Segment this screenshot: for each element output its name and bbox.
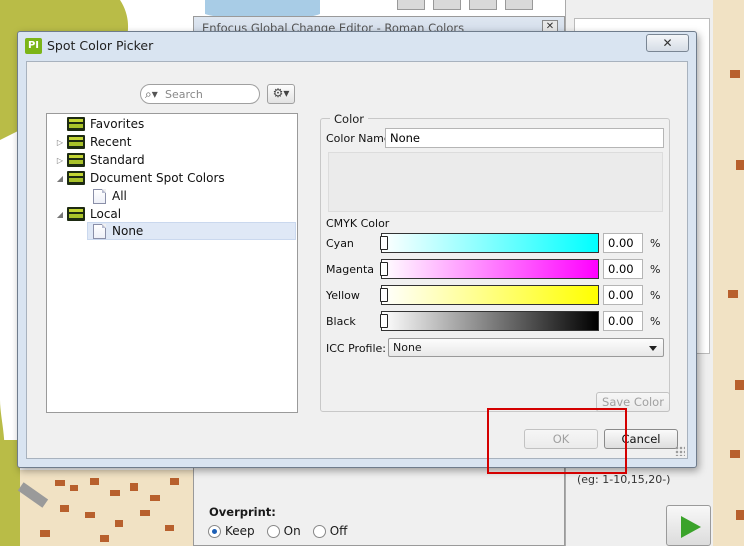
magenta-slider[interactable] <box>380 259 599 279</box>
tree-item-label: Standard <box>90 153 145 167</box>
color-library-tree[interactable]: Favorites ▷ Recent ▷ Standard ◢ Document… <box>46 113 298 413</box>
cyan-label: Cyan <box>326 237 354 250</box>
percent-unit: % <box>650 237 661 250</box>
folder-icon <box>67 153 85 167</box>
tree-item-label: None <box>112 224 144 238</box>
tree-item-local[interactable]: ◢ Local <box>55 205 121 223</box>
tree-item-standard[interactable]: ▷ Standard <box>55 151 145 169</box>
tree-item-label: Document Spot Colors <box>90 171 225 185</box>
icc-profile-value: None <box>393 341 422 354</box>
black-slider[interactable] <box>380 311 599 331</box>
expand-arrow-icon[interactable]: ▷ <box>55 156 65 165</box>
tree-item-none[interactable]: None <box>87 222 296 240</box>
radio-icon <box>266 525 280 538</box>
tree-item-document-spot-colors[interactable]: ◢ Document Spot Colors <box>55 169 225 187</box>
cyan-slider[interactable] <box>380 233 599 253</box>
overprint-option-off[interactable]: Off <box>312 524 347 538</box>
yellow-label: Yellow <box>326 289 360 302</box>
cyan-slider-handle[interactable] <box>380 236 388 250</box>
search-input[interactable] <box>163 86 251 102</box>
resize-grip-icon[interactable] <box>675 446 685 456</box>
save-color-button[interactable]: Save Color <box>596 392 670 412</box>
magenta-label: Magenta <box>326 263 375 276</box>
black-slider-handle[interactable] <box>380 314 388 328</box>
spot-color-picker-dialog: PI Spot Color Picker ✕ ⌕▾ ⚙▾ Favorites ▷… <box>17 31 697 468</box>
overprint-radio-group: Keep On Off <box>208 524 347 538</box>
document-icon <box>93 188 106 204</box>
app-logo-icon: PI <box>25 38 42 54</box>
run-play-button[interactable] <box>666 505 711 546</box>
background-toolbar-button[interactable] <box>397 0 425 10</box>
magenta-slider-handle[interactable] <box>380 262 388 276</box>
close-button[interactable]: ✕ <box>646 34 689 52</box>
icc-profile-label: ICC Profile: <box>326 342 387 355</box>
chevron-down-icon <box>649 346 657 351</box>
cancel-button[interactable]: Cancel <box>604 429 678 449</box>
yellow-slider[interactable] <box>380 285 599 305</box>
black-label: Black <box>326 315 356 328</box>
expand-arrow-icon[interactable]: ▷ <box>55 138 65 147</box>
yellow-value-input[interactable] <box>603 285 643 305</box>
yellow-slider-handle[interactable] <box>380 288 388 302</box>
folder-icon <box>67 117 85 131</box>
tree-item-all[interactable]: All <box>93 187 127 205</box>
percent-unit: % <box>650 289 661 302</box>
tree-item-recent[interactable]: ▷ Recent <box>55 133 131 151</box>
dialog-titlebar[interactable]: PI Spot Color Picker ✕ <box>18 32 696 60</box>
gear-menu-button[interactable]: ⚙▾ <box>267 84 295 104</box>
folder-icon <box>67 135 85 149</box>
icc-profile-select[interactable]: None <box>388 338 664 357</box>
overprint-label: Overprint: <box>209 505 276 519</box>
search-icon: ⌕▾ <box>145 86 158 101</box>
search-box[interactable]: ⌕▾ <box>140 84 260 104</box>
background-toolbar-button[interactable] <box>469 0 497 10</box>
tree-item-label: Favorites <box>90 117 145 131</box>
color-notes-area <box>328 152 663 212</box>
color-name-input[interactable] <box>385 128 664 148</box>
collapse-arrow-icon[interactable]: ◢ <box>55 210 65 219</box>
range-hint: (eg: 1-10,15,20-) <box>577 473 671 486</box>
tree-item-label: Local <box>90 207 122 221</box>
tree-item-label: Recent <box>90 135 132 149</box>
radio-icon <box>208 525 221 538</box>
background-toolbar-button[interactable] <box>505 0 533 10</box>
overprint-option-on[interactable]: On <box>266 524 301 538</box>
cyan-value-input[interactable] <box>603 233 643 253</box>
percent-unit: % <box>650 263 661 276</box>
dialog-title: Spot Color Picker <box>47 38 154 53</box>
color-name-label: Color Name <box>326 132 391 145</box>
document-icon <box>93 223 106 239</box>
tree-item-label: All <box>112 189 127 203</box>
overprint-option-keep[interactable]: Keep <box>208 524 255 538</box>
radio-icon <box>312 525 326 538</box>
cmyk-label: CMYK Color <box>326 217 390 230</box>
collapse-arrow-icon[interactable]: ◢ <box>55 174 65 183</box>
folder-icon <box>67 171 85 185</box>
percent-unit: % <box>650 315 661 328</box>
folder-icon <box>67 207 85 221</box>
black-value-input[interactable] <box>603 311 643 331</box>
ok-button[interactable]: OK <box>524 429 598 449</box>
magenta-value-input[interactable] <box>603 259 643 279</box>
dialog-body: ⌕▾ ⚙▾ Favorites ▷ Recent ▷ Standard ◢ <box>26 61 688 459</box>
color-group-label: Color <box>330 112 369 126</box>
tree-item-favorites[interactable]: Favorites <box>55 115 144 133</box>
background-toolbar-button[interactable] <box>433 0 461 10</box>
